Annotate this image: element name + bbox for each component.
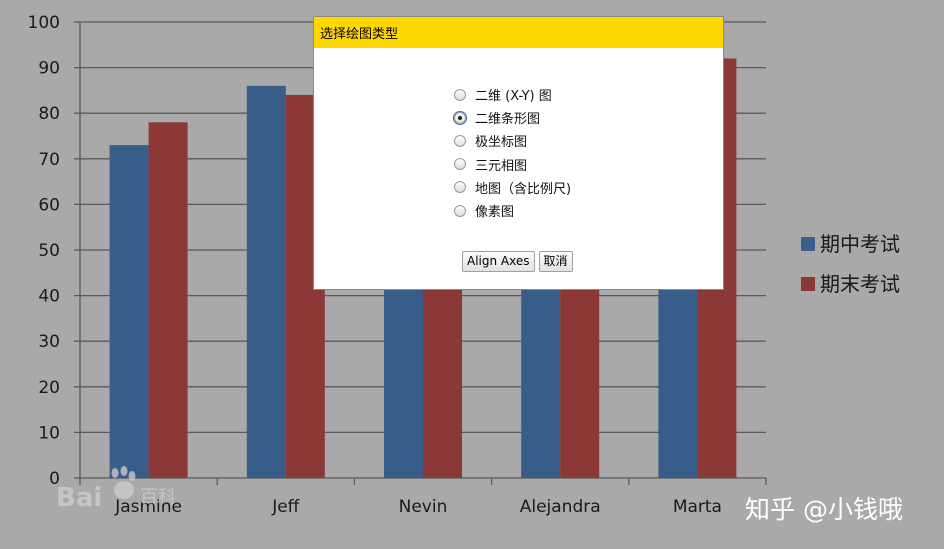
dialog-buttons: Align Axes 取消 [462,251,573,272]
option-label: 三元相图 [475,158,528,174]
y-tick-label: 50 [38,241,60,261]
dialog-titlebar[interactable]: 选择绘图类型 [314,17,723,48]
radio-button[interactable] [454,204,466,217]
x-category-label: Alejandra [520,497,601,517]
radio-button[interactable] [454,158,466,171]
y-tick-label: 70 [38,150,60,170]
option-label: 二维 (X-Y) 图 [475,89,552,105]
option-label: 二维条形图 [475,112,541,128]
option-2d-xy[interactable]: 二维 (X-Y) 图 [454,83,571,106]
x-category-label: Marta [673,497,722,517]
radio-button[interactable] [454,111,466,124]
x-category-label: Nevin [399,497,448,517]
zhihu-watermark: 知乎 @小钱哦 [745,495,903,524]
y-tick-label: 20 [38,378,60,398]
y-tick-label: 80 [38,104,60,124]
watermark-baike-text: 百科 [140,487,176,508]
bar-midterm-jeff [246,85,286,478]
radio-button[interactable] [454,134,466,147]
y-axis: 0102030405060708090100 [28,13,81,489]
legend: 期中考试期末考试 [801,232,900,296]
plot-type-options: 二维 (X-Y) 图 二维条形图 极坐标图 三元相图 地图（含比例尺) 像素图 [454,83,571,222]
x-axis: Jasmine Jeff Nevin Alejandra Marta [79,478,767,517]
option-label: 地图（含比例尺) [475,181,572,197]
legend-label: 期末考试 [820,272,900,296]
y-tick-label: 10 [38,423,60,443]
align-axes-button[interactable]: Align Axes [462,251,535,272]
option-ternary[interactable]: 三元相图 [454,153,571,176]
legend-swatch [801,277,815,291]
legend-label: 期中考试 [820,232,900,256]
y-tick-label: 40 [38,287,60,307]
option-2d-bar[interactable]: 二维条形图 [454,106,571,129]
plot-type-dialog: 选择绘图类型 二维 (X-Y) 图 二维条形图 极坐标图 三元相图 地图（含比例… [313,16,724,290]
y-tick-label: 100 [28,13,60,33]
watermark-baidu-text: Bai [56,483,102,513]
bar-midterm-jasmine [109,145,149,478]
x-category-label: Jeff [271,497,300,517]
radio-button[interactable] [454,88,466,101]
option-polar[interactable]: 极坐标图 [454,129,571,152]
cancel-button[interactable]: 取消 [538,251,573,272]
dialog-title: 选择绘图类型 [320,27,399,42]
option-label: 极坐标图 [475,135,528,151]
y-tick-label: 60 [38,195,60,215]
bar-final-jasmine [148,122,188,478]
legend-swatch [801,237,815,251]
y-tick-label: 30 [38,332,60,352]
option-pixel[interactable]: 像素图 [454,199,571,222]
option-label: 像素图 [475,205,515,221]
y-tick-label: 90 [38,59,60,79]
radio-button[interactable] [454,181,466,194]
option-map[interactable]: 地图（含比例尺) [454,176,571,199]
